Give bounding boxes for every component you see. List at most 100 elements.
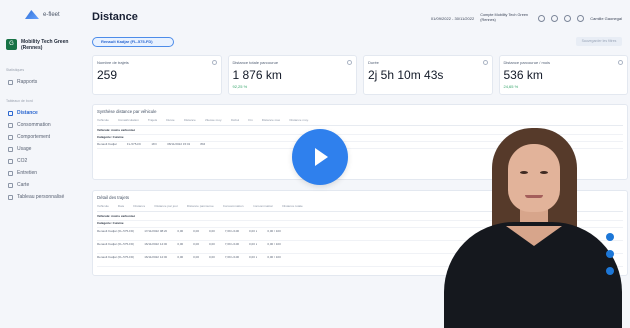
column-header[interactable]: Distance parcourue	[187, 204, 214, 211]
kpi-value: 536 km	[503, 68, 543, 82]
column-header[interactable]: Distance max	[262, 118, 281, 125]
kpi-delta: 92,25 %	[232, 84, 248, 89]
column-header[interactable]: Immatriculation	[118, 118, 139, 125]
sidebar-item-rapports[interactable]: Rapports	[5, 76, 83, 88]
column-header[interactable]: Début	[231, 118, 239, 125]
sidebar-item-carte[interactable]: Carte	[5, 179, 83, 191]
kpi-value: 1 876 km	[232, 68, 282, 82]
value-cell: 0,00	[209, 242, 215, 246]
presenter-eye	[540, 171, 548, 174]
user-name[interactable]: Camille Gaonegal	[590, 16, 622, 21]
dashboard-icon	[8, 194, 13, 200]
row-action-button[interactable]	[606, 233, 614, 241]
report-icon	[8, 79, 13, 85]
co2-icon	[8, 158, 13, 164]
sidebar-label: Usage	[17, 146, 32, 152]
kpi-distance: Distance totale parcourue 1 876 km 92,25 %	[227, 55, 357, 95]
help-icon[interactable]	[577, 14, 585, 22]
column-header[interactable]: Vitesse moy.	[205, 118, 222, 125]
filter-icon[interactable]	[551, 14, 559, 22]
sidebar-label: Entretien	[17, 170, 38, 176]
value-cell: 0,00	[193, 255, 200, 259]
kpi-label: Distance totale parcourue	[232, 60, 279, 65]
row-label: Catégorie: Cuisine	[97, 135, 124, 139]
sidebar-item-comportement[interactable]: Comportement	[5, 131, 83, 143]
value-cell: 0,00 / 100	[267, 242, 281, 246]
page-title: Distance	[92, 11, 138, 23]
kpi-value: 259	[97, 68, 118, 82]
sidebar-item-tableau[interactable]: Tableau personnalisé	[5, 191, 83, 203]
sidebar-label: Consommation	[17, 122, 51, 128]
value-cell: 0,00	[177, 242, 184, 246]
row-action-button[interactable]	[606, 250, 614, 258]
company-badge: G	[6, 39, 17, 50]
column-header[interactable]: Consommation	[253, 204, 274, 211]
search-icon[interactable]	[538, 14, 546, 22]
start-cell: 08/11/2022 15:01	[167, 142, 191, 146]
row-action-button[interactable]	[606, 267, 614, 275]
column-header[interactable]: Trajets	[148, 118, 157, 125]
column-header[interactable]: Fin	[248, 118, 252, 125]
maintenance-icon	[8, 170, 13, 176]
sidebar-label: Rapports	[17, 79, 38, 85]
sidebar-item-usage[interactable]: Usage	[5, 143, 83, 155]
sidebar-label: CO2	[17, 158, 28, 164]
sidebar-item-consommation[interactable]: Consommation	[5, 119, 83, 131]
value-cell: 0,00	[209, 255, 215, 259]
value-cell: 7,69 L/100	[224, 242, 240, 246]
nav-reports: Rapports	[5, 76, 83, 88]
value-cell: 0,00 L	[249, 255, 258, 259]
column-header[interactable]: Véhicule	[97, 204, 109, 211]
synthesis-title: Synthèse distance par véhicule	[97, 109, 157, 114]
video-play-button[interactable]	[292, 129, 348, 185]
export-icon[interactable]	[564, 14, 572, 22]
top-controls: 01/09/2022 - 30/11/2022 Compte Mobility …	[431, 13, 622, 23]
nav-main: Distance Consommation Comportement Usage…	[5, 107, 83, 203]
sidebar-item-entretien[interactable]: Entretien	[5, 167, 83, 179]
info-icon[interactable]	[482, 60, 488, 65]
vehicle-cell: Renault Kadjar (FL-575-FD)	[97, 242, 135, 246]
info-icon[interactable]	[347, 60, 352, 65]
column-header[interactable]: Distance moy.	[289, 118, 308, 125]
column-header[interactable]: Distance	[184, 118, 196, 125]
kpi-value: 2j 5h 10m 43s	[368, 68, 444, 82]
presenter-mouth	[525, 195, 543, 198]
sidebar-label: Comportement	[17, 134, 51, 140]
sidebar-label: Tableau personnalisé	[17, 194, 65, 200]
vehicle-cell: Renault Kadjar (FL-575-FD)	[97, 229, 135, 233]
kpi-label: Distance parcourue / mois	[503, 60, 550, 65]
play-icon	[315, 148, 328, 166]
date-range-picker[interactable]: 01/09/2022 - 30/11/2022	[431, 16, 474, 21]
e-fleet-logo-icon	[25, 10, 39, 19]
column-header[interactable]: Consommation	[223, 204, 244, 211]
value-cell: 7,69 L/100	[224, 255, 240, 259]
info-icon[interactable]	[211, 60, 217, 65]
company-name: Mobility Tech Green (Rennes)	[21, 39, 69, 51]
company-selector[interactable]: G Mobility Tech Green (Rennes)	[6, 39, 82, 51]
column-header[interactable]: Distance totale	[282, 204, 302, 211]
row-label: Véhicule: moins carbonisé	[97, 128, 136, 132]
sidebar-label: Carte	[17, 182, 30, 188]
account-selector[interactable]: Compte Mobility Tech Green (Rennes)	[480, 13, 532, 23]
vehicle-filter-chip[interactable]: Renault Kadjar (FL-575-FD)	[92, 37, 174, 47]
column-header[interactable]: Date	[118, 204, 125, 211]
brand-logo[interactable]: e-fleet	[25, 10, 60, 19]
date-cell: 17/11/2022 08:20	[144, 229, 168, 233]
kpi-delta: 24,65 %	[503, 84, 519, 89]
sidebar-item-distance[interactable]: Distance	[5, 107, 83, 119]
column-header[interactable]: Véhicule	[97, 118, 109, 125]
sidebar-item-co2[interactable]: CO2	[5, 155, 83, 167]
column-header[interactable]: Distance	[133, 204, 145, 211]
kpi-label: Nombre de trajets	[97, 60, 129, 65]
value-cell: 0,00	[193, 242, 200, 246]
column-header[interactable]: Distance par jour	[154, 204, 177, 211]
plate-cell: FL-575-FD	[126, 142, 142, 146]
save-filters-button[interactable]: Sauvegarder les filtres	[576, 37, 622, 46]
row-label: Véhicule: moins carbonisé	[97, 214, 136, 218]
presenter-face	[508, 144, 560, 212]
column-header[interactable]: Durée	[166, 118, 174, 125]
kpi-duration: Durée 2j 5h 10m 43s	[363, 55, 493, 95]
info-icon[interactable]	[618, 60, 623, 65]
synthesis-header: Véhicule Immatriculation Trajets Durée D…	[97, 118, 623, 126]
details-title: Détail des trajets	[97, 195, 130, 200]
